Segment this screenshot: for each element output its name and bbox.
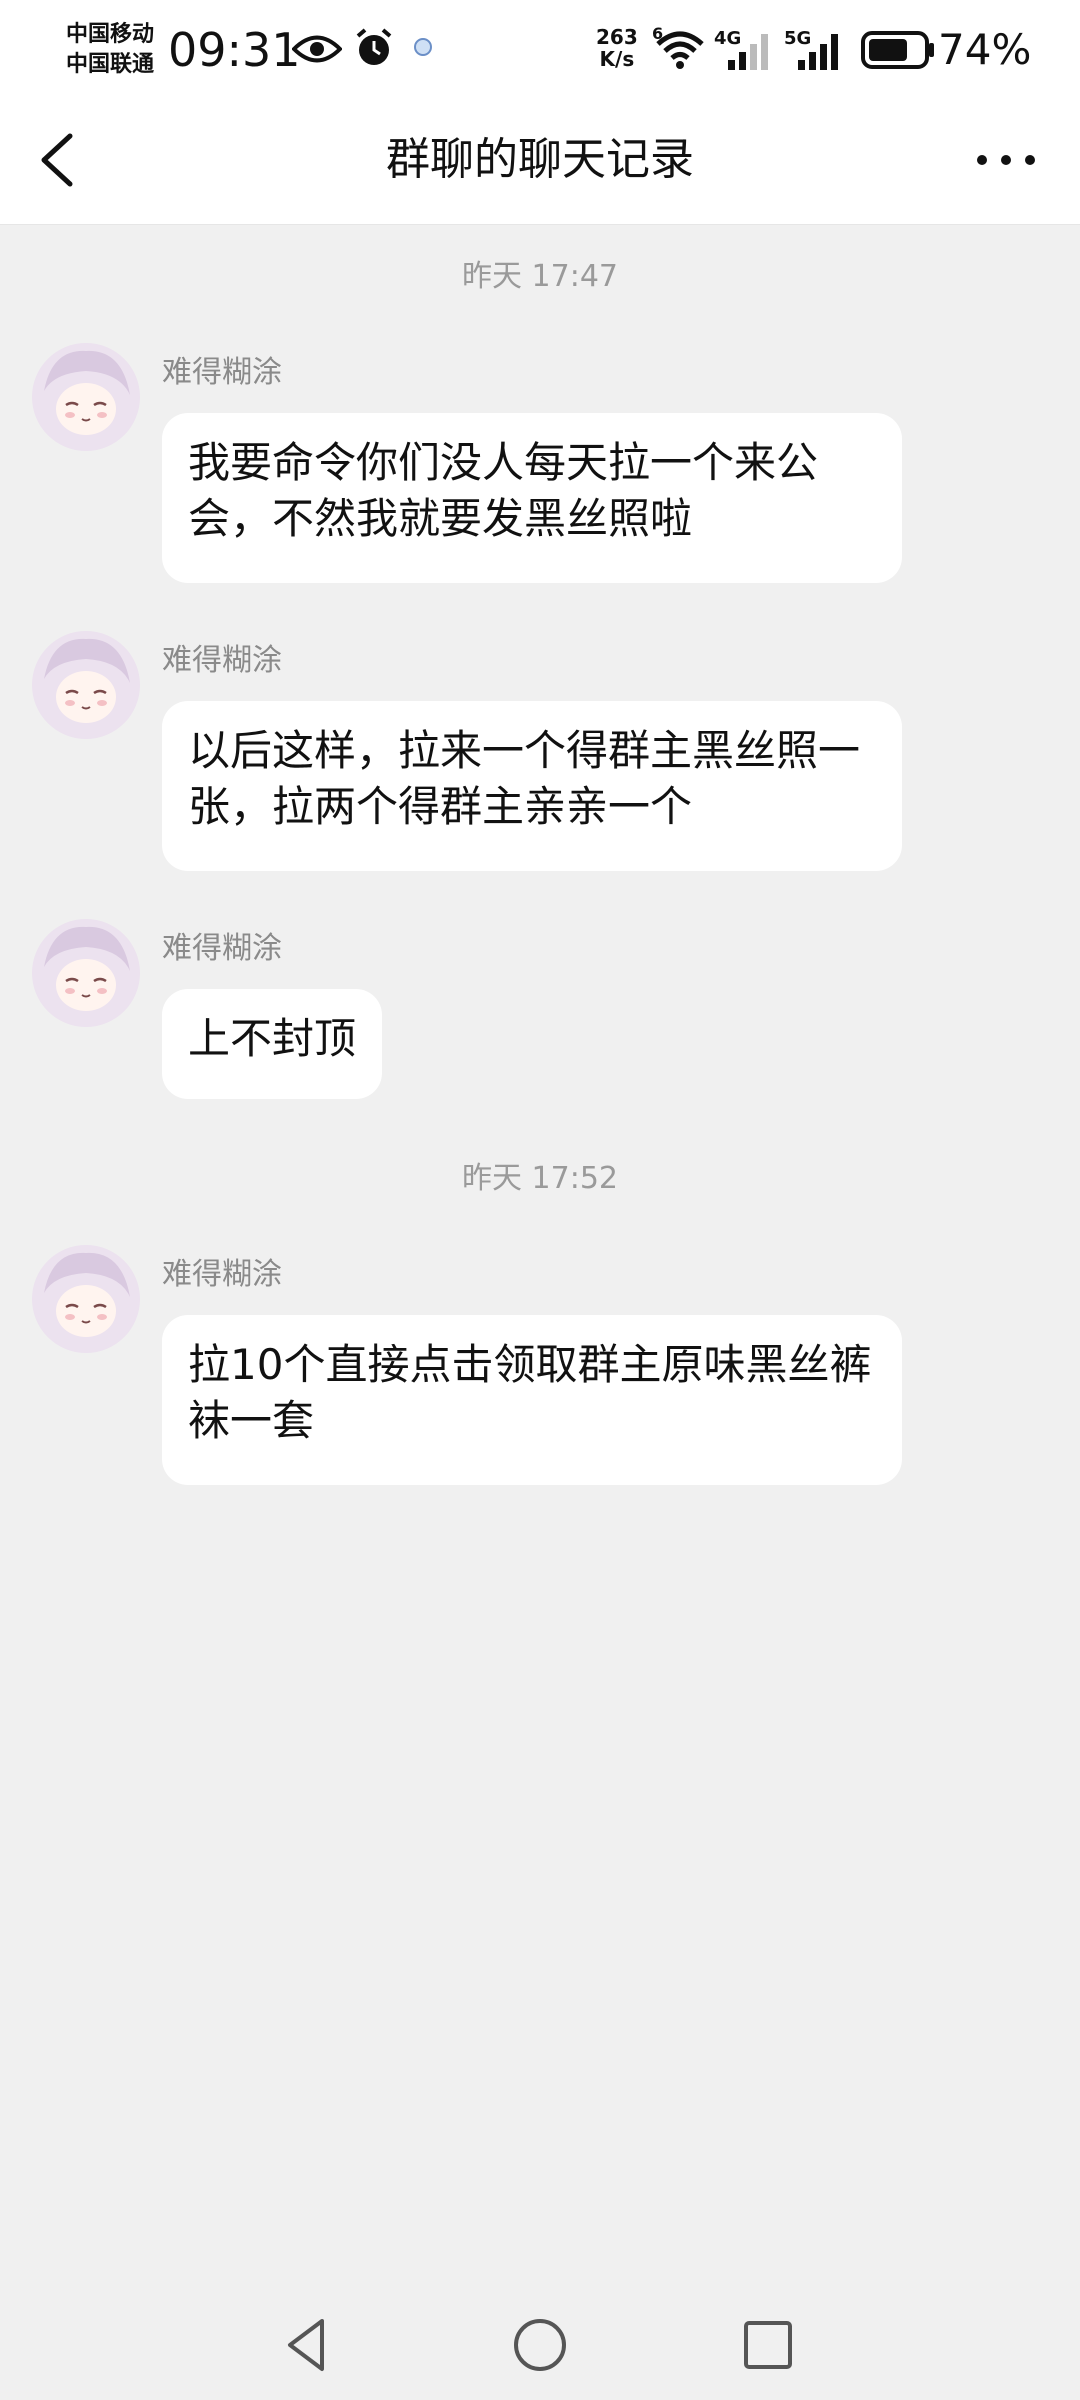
system-navigation-bar: [0, 2285, 1080, 2400]
avatar[interactable]: [32, 343, 140, 451]
sender-name: 难得糊涂: [162, 355, 282, 390]
avatar-image: [32, 919, 140, 1027]
time-separator: 昨天 17:52: [462, 1161, 618, 1196]
carrier-2: 中国联通: [66, 52, 155, 77]
avatar[interactable]: [32, 919, 140, 1027]
message-bubble[interactable]: 以后这样，拉来一个得群主黑丝照一张，拉两个得群主亲亲一个: [162, 701, 902, 871]
avatar-image: [32, 343, 140, 451]
home-circle-icon[interactable]: [508, 2313, 572, 2377]
notification-icon: [414, 38, 432, 56]
net-speed-unit: K/s: [599, 47, 635, 71]
avatar-image: [32, 631, 140, 739]
avatar-image: [32, 1245, 140, 1353]
eye-icon: [292, 35, 342, 63]
battery-icon: [861, 31, 934, 69]
more-horizontal-icon[interactable]: [966, 128, 1046, 192]
wifi-label: 6: [652, 24, 664, 43]
time-separator: 昨天 17:47: [462, 259, 618, 294]
top-app-bar: 群聊的聊天记录: [0, 100, 1080, 225]
page-title: 群聊的聊天记录: [386, 134, 694, 185]
carrier-labels: 中国移动 中国联通: [66, 20, 154, 80]
back-triangle-icon[interactable]: [276, 2313, 340, 2377]
net-speed: 263 K/s: [596, 26, 638, 70]
signal-icon: [728, 34, 768, 70]
chat-history[interactable]: 昨天 17:47 难得糊涂 我要命令你们没人每天拉一个来公会，不然我就要发黑丝照…: [0, 225, 1080, 2285]
message-bubble[interactable]: 拉10个直接点击领取群主原味黑丝裤袜一套: [162, 1315, 902, 1485]
alarm-icon: [356, 28, 392, 65]
sender-name: 难得糊涂: [162, 931, 282, 966]
battery-percent: 74%: [938, 25, 1032, 74]
status-bar: 中国移动 中国联通 09:31 263 K/s 6 4G 5G 74%: [0, 0, 1080, 100]
net-speed-value: 263: [596, 25, 638, 49]
recents-square-icon[interactable]: [736, 2313, 800, 2377]
signal-icon-2: [798, 34, 838, 70]
message-bubble[interactable]: 我要命令你们没人每天拉一个来公会，不然我就要发黑丝照啦: [162, 413, 902, 583]
status-time: 09:31: [168, 23, 301, 77]
avatar[interactable]: [32, 631, 140, 739]
avatar[interactable]: [32, 1245, 140, 1353]
carrier-1: 中国移动: [66, 22, 155, 47]
sender-name: 难得糊涂: [162, 1257, 282, 1292]
message-bubble[interactable]: 上不封顶: [162, 989, 383, 1099]
sender-name: 难得糊涂: [162, 643, 282, 678]
